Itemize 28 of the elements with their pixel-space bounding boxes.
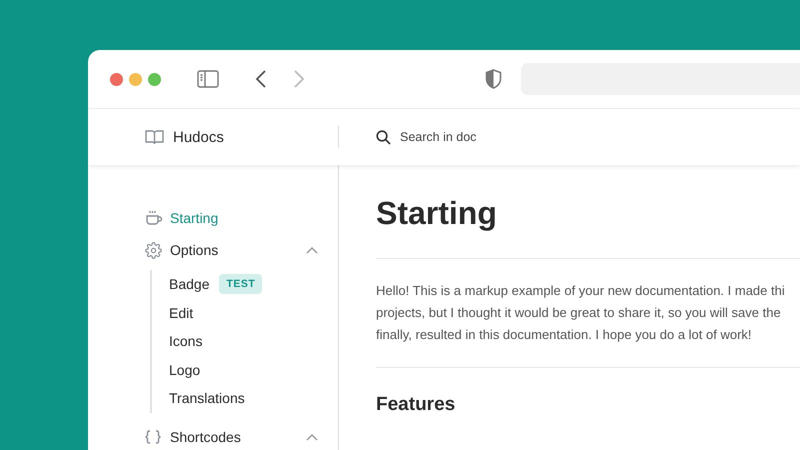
badge: TEST <box>219 274 262 294</box>
sidebar-link[interactable]: Starting <box>170 210 218 226</box>
intro-paragraph: Hello! This is a markup example of your new documentation. I made thi projects, but I thought it would be great to share it, so you will save the finally, resulted in this documentation. I hope you do a lot of work! <box>376 282 785 344</box>
chevron-up-icon[interactable] <box>306 432 318 440</box>
sidebar-link[interactable]: Badge <box>169 276 210 292</box>
page-title: Starting <box>376 195 497 233</box>
cup-icon <box>145 210 163 226</box>
section-heading: Features <box>376 394 456 416</box>
sidebar-link[interactable]: Logo <box>169 362 200 378</box>
shield-icon[interactable] <box>485 69 502 89</box>
brand-name[interactable]: Hudocs <box>173 128 224 146</box>
book-icon <box>145 129 164 145</box>
sidebar-link[interactable]: Translations <box>169 390 245 406</box>
sidebar-link[interactable]: Icons <box>169 333 202 350</box>
close-button[interactable] <box>110 72 123 86</box>
forward-icon[interactable] <box>293 70 305 88</box>
search-button[interactable]: Search in doc <box>376 130 476 144</box>
chevron-up-icon[interactable] <box>306 246 318 254</box>
sidebar-link[interactable]: Edit <box>169 304 194 321</box>
maximize-button[interactable] <box>148 72 161 86</box>
braces-icon <box>145 428 161 444</box>
sidebar-toggle-icon[interactable] <box>197 70 219 88</box>
sidebar-link[interactable]: Options <box>170 242 218 258</box>
minimize-button[interactable] <box>129 72 142 86</box>
sidebar-link[interactable]: Shortcodes <box>170 428 241 444</box>
settings-icon <box>145 242 162 258</box>
search-icon <box>376 130 391 144</box>
back-icon[interactable] <box>255 70 267 88</box>
